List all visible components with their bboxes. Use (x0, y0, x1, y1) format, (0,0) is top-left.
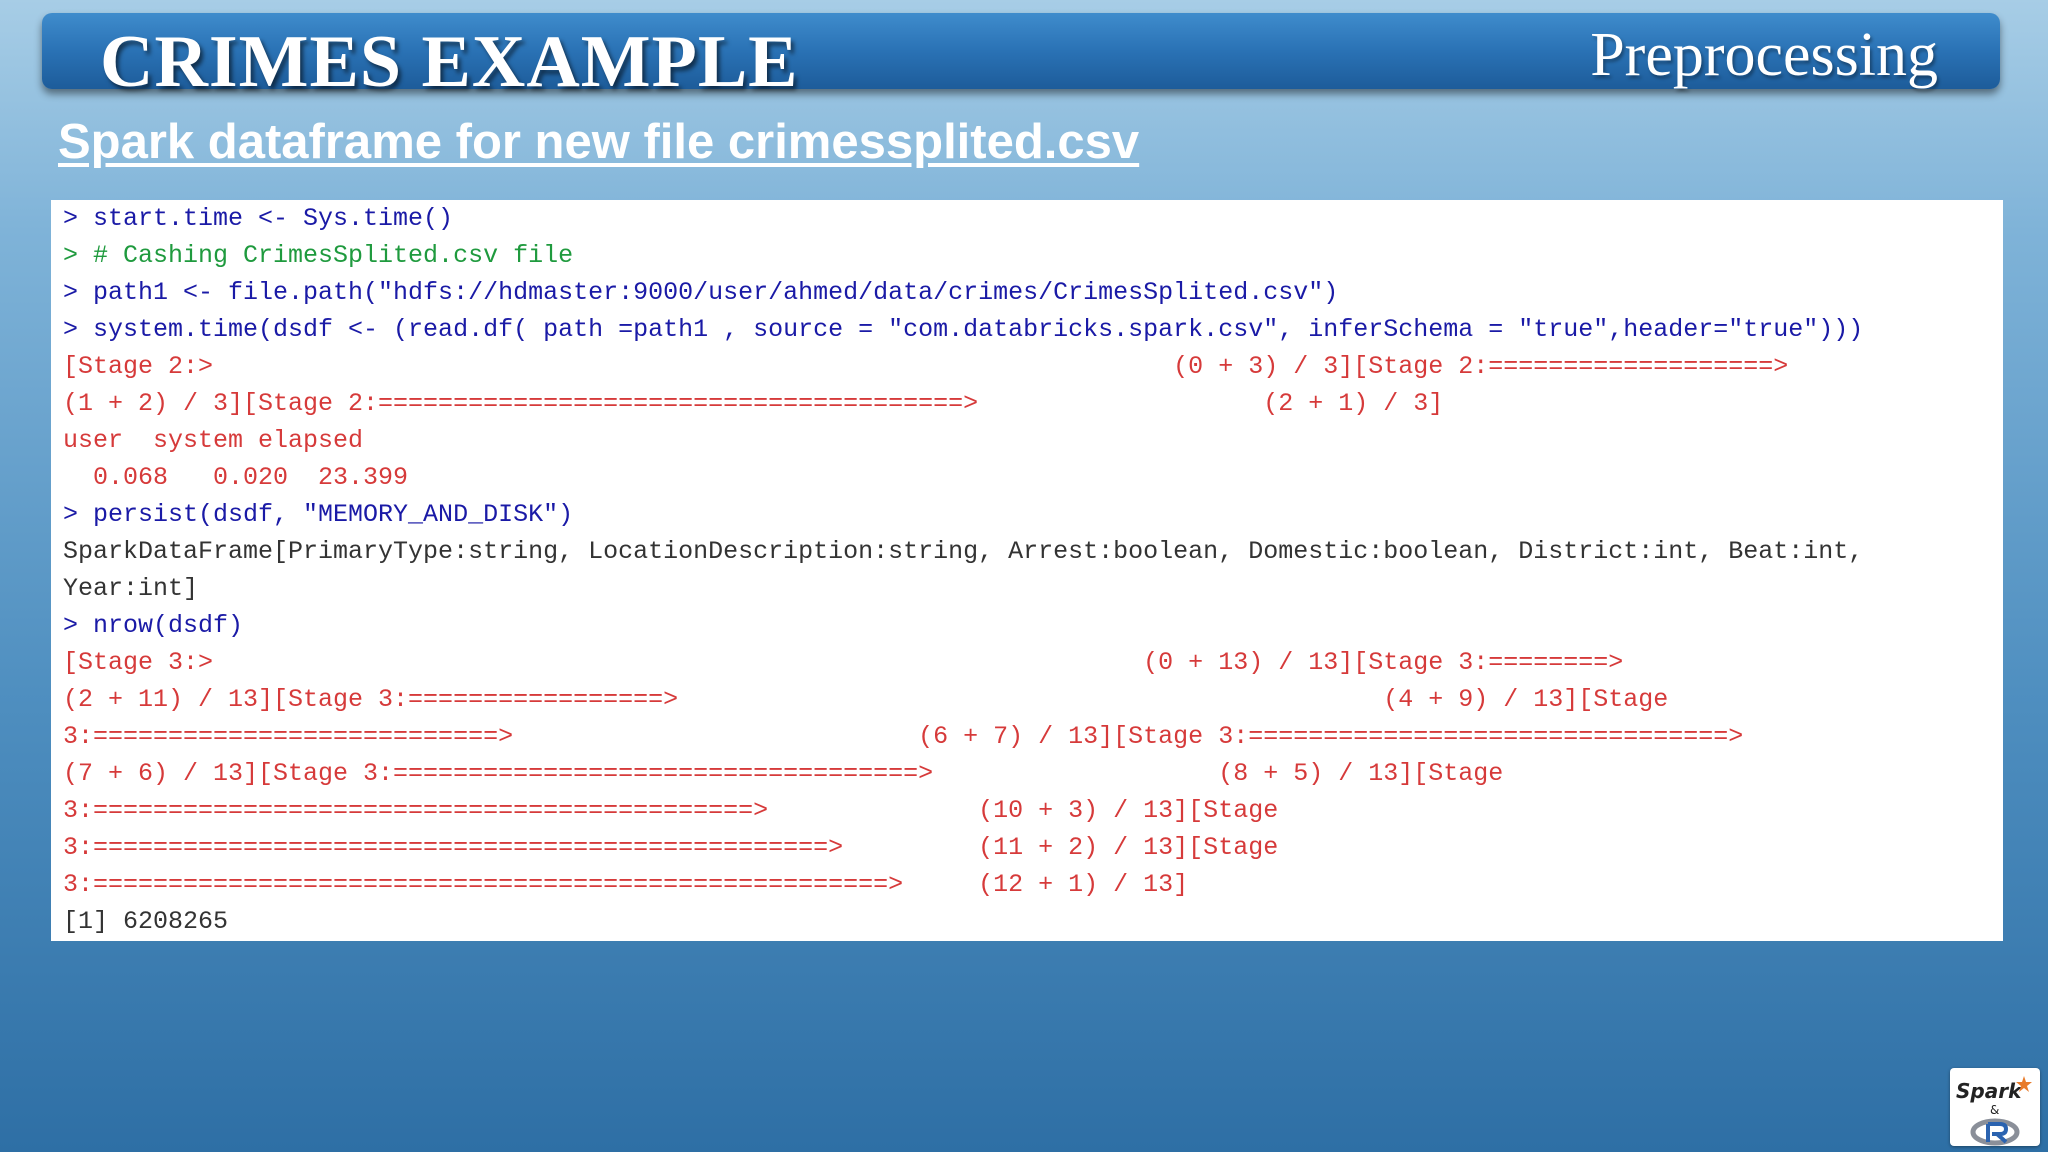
console-progress-line: [Stage 2:> (0 + 3) / 3][Stage 2:========… (63, 352, 1789, 381)
slide-subtitle: Spark dataframe for new file crimessplit… (58, 115, 1140, 169)
console-command-line: > path1 <- file.path("hdfs://hdmaster:90… (63, 278, 1339, 307)
console-progress-line: (1 + 2) / 3][Stage 2:===================… (63, 389, 1444, 418)
console-progress-line: 3:===========================> (6 + 7) /… (63, 722, 1744, 751)
title-bar: CRIMES EXAMPLE Preprocessing (42, 13, 2000, 103)
console-comment-line: > # Cashing CrimesSplited.csv file (63, 241, 574, 270)
slide-title: CRIMES EXAMPLE (100, 21, 799, 103)
spark-r-logo: Spark & (1950, 1068, 2040, 1146)
console-timing-values: 0.068 0.020 23.399 (63, 463, 409, 492)
console-command-line: > nrow(dsdf) (63, 611, 244, 640)
spark-r-logo-icon: Spark & (1956, 1076, 2032, 1146)
console-command-line: > persist(dsdf, "MEMORY_AND_DISK") (63, 500, 574, 529)
console-progress-line: 3:======================================… (63, 796, 1279, 825)
console-progress-line: (2 + 11) / 13][Stage 3:=================… (63, 685, 1669, 714)
console-output-line: SparkDataFrame[PrimaryType:string, Locat… (63, 537, 1864, 566)
r-letter-icon (1986, 1122, 2009, 1144)
console-progress-line: [Stage 3:> (0 + 13) / 13][Stage 3:======… (63, 648, 1624, 677)
console-result-line: [1] 6208265 (63, 907, 229, 936)
section-label: Preprocessing (1590, 21, 1938, 89)
console-progress-line: 3:======================================… (63, 833, 1279, 862)
spark-wordmark: Spark (1956, 1079, 2023, 1103)
console-progress-line: (7 + 6) / 13][Stage 3:==================… (63, 759, 1504, 788)
r-console-output: > start.time <- Sys.time() > # Cashing C… (51, 200, 2003, 941)
console-progress-line: 3:======================================… (63, 870, 1189, 899)
console-timing-header: user system elapsed (63, 426, 364, 455)
console-output-line: Year:int] (63, 574, 199, 603)
logo-ampersand: & (1990, 1103, 1999, 1117)
console-command-line: > start.time <- Sys.time() (63, 204, 454, 233)
console-command-line: > system.time(dsdf <- (read.df( path =pa… (63, 315, 1864, 344)
